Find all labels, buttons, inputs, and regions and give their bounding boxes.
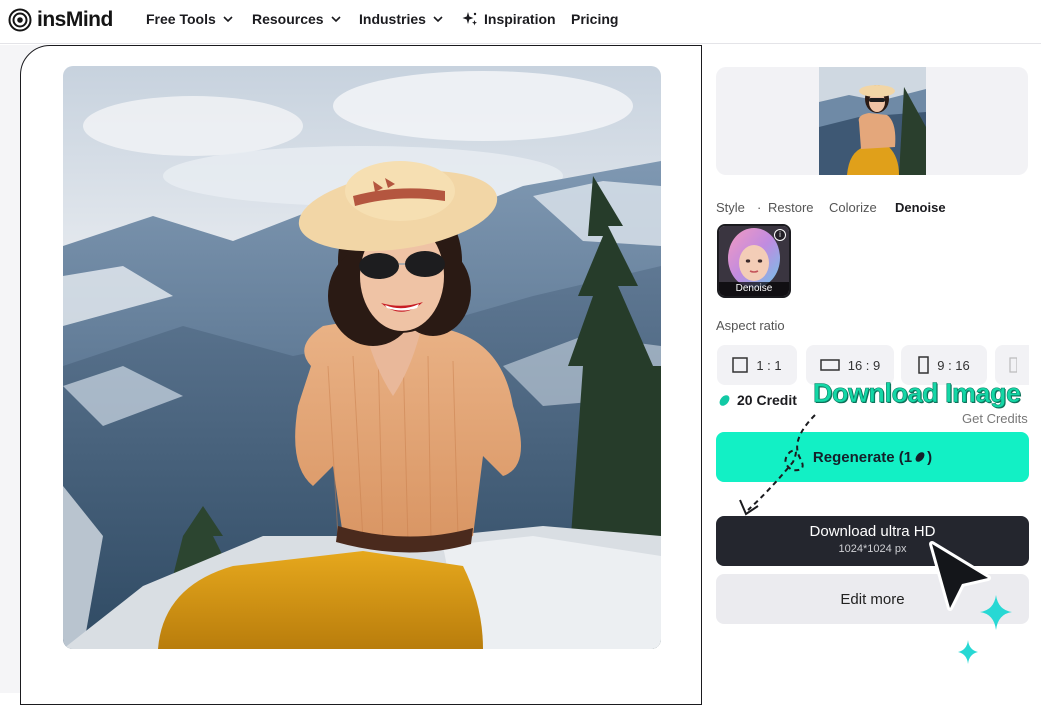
result-image[interactable]: [63, 66, 661, 649]
portrait-photo-illustration: [63, 66, 661, 649]
ratio-label: 1 : 1: [756, 357, 782, 373]
nav-pricing[interactable]: Pricing: [571, 11, 618, 27]
regenerate-suffix: ): [927, 448, 933, 466]
brand-logo[interactable]: insMind: [8, 8, 113, 32]
nav-label: Resources: [252, 11, 324, 27]
credit-gem-icon: [915, 452, 925, 462]
style-option-label: Denoise: [719, 282, 789, 296]
download-size: 1024*1024 px: [838, 543, 907, 555]
nav-label: Inspiration: [484, 11, 556, 27]
regenerate-button[interactable]: Regenerate (1 ): [716, 432, 1029, 482]
tab-separator: ·: [757, 200, 762, 215]
landscape-icon: [819, 359, 840, 371]
tab-colorize[interactable]: Colorize: [829, 200, 877, 215]
thumbnail-illustration: [819, 67, 926, 175]
chevron-down-icon: [433, 16, 443, 23]
tab-restore[interactable]: Restore: [768, 200, 814, 215]
edit-label: Edit more: [840, 590, 905, 608]
nav-free-tools[interactable]: Free Tools: [146, 11, 234, 27]
tab-style[interactable]: Style: [716, 200, 745, 215]
nav-resources[interactable]: Resources: [252, 11, 342, 27]
annotation-callout: Download Image: [813, 378, 1022, 409]
edit-more-button[interactable]: Edit more: [716, 574, 1029, 624]
aspect-ratio-title: Aspect ratio: [716, 318, 785, 333]
info-icon[interactable]: i: [774, 229, 786, 241]
chevron-down-icon: [223, 16, 233, 23]
chevron-down-icon: [331, 16, 341, 23]
nav-industries[interactable]: Industries: [359, 11, 444, 27]
ratio-label: 16 : 9: [847, 357, 881, 373]
style-option-denoise[interactable]: i Denoise: [717, 224, 791, 298]
top-navigation: insMind Free Tools Resources Industries …: [0, 0, 1041, 44]
original-thumbnail[interactable]: [819, 67, 926, 175]
nav-inspiration[interactable]: Inspiration: [462, 11, 556, 27]
ratio-partial-icon: [1009, 357, 1017, 373]
brand-name: insMind: [37, 8, 113, 31]
tab-denoise[interactable]: Denoise: [895, 200, 946, 215]
nav-label: Pricing: [571, 11, 619, 27]
get-credits-link[interactable]: Get Credits: [962, 411, 1028, 426]
nav-label: Free Tools: [146, 11, 216, 27]
portrait-icon: [918, 356, 929, 374]
sparkle-icon: [462, 12, 477, 26]
insmind-logo-icon: [8, 8, 32, 32]
ratio-label: 9 : 16: [937, 357, 970, 373]
regenerate-label: Regenerate (1: [812, 448, 913, 466]
square-icon: [732, 357, 749, 373]
credit-label: 20 Credit: [737, 392, 797, 408]
ratio-1-1[interactable]: 1 : 1: [717, 345, 797, 385]
credit-gem-icon: [719, 394, 730, 406]
credit-balance: 20 Credit: [718, 392, 797, 408]
download-ultra-hd-button[interactable]: Download ultra HD 1024*1024 px: [716, 516, 1029, 566]
download-label: Download ultra HD: [809, 523, 936, 540]
nav-label: Industries: [359, 11, 426, 27]
